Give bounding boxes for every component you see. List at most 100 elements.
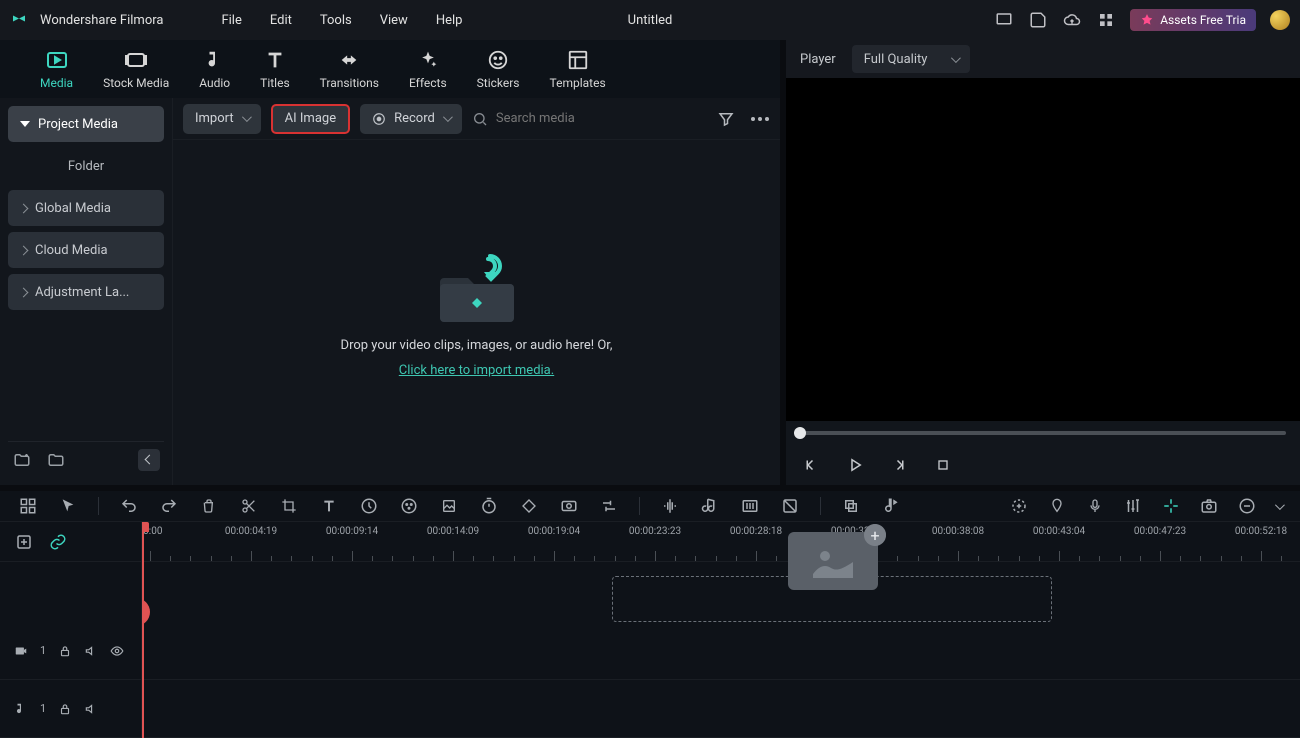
tab-stickers[interactable]: Stickers: [467, 44, 530, 94]
adjust-icon[interactable]: [599, 496, 619, 516]
ai-image-button[interactable]: AI Image: [271, 104, 350, 134]
mute-icon[interactable]: [84, 702, 98, 716]
voiceover-icon[interactable]: [1085, 496, 1105, 516]
assets-free-trial-button[interactable]: Assets Free Tria: [1130, 9, 1256, 31]
keyframe-icon[interactable]: [519, 496, 539, 516]
player-seek-bar[interactable]: [800, 431, 1286, 435]
video-track-lane[interactable]: [142, 622, 1300, 680]
enhance-icon[interactable]: [780, 496, 800, 516]
visibility-icon[interactable]: [110, 644, 124, 658]
tab-media[interactable]: Media: [30, 44, 83, 94]
marker-add-icon[interactable]: [1009, 496, 1029, 516]
lock-icon[interactable]: [58, 702, 72, 716]
screen-icon[interactable]: [994, 10, 1014, 30]
timeline-ruler[interactable]: 00:0000:00:04:1900:00:09:1400:00:14:0900…: [142, 522, 1300, 562]
app-logo: [10, 10, 30, 30]
tab-templates[interactable]: Templates: [540, 44, 616, 94]
apps-icon[interactable]: [1096, 10, 1116, 30]
import-media-link[interactable]: Click here to import media.: [399, 363, 554, 378]
redo-icon[interactable]: [159, 496, 179, 516]
audio-detach-icon[interactable]: [700, 496, 720, 516]
tab-transitions[interactable]: Transitions: [310, 44, 389, 94]
color-icon[interactable]: [399, 496, 419, 516]
snapshot-icon[interactable]: [1199, 496, 1219, 516]
layout-icon[interactable]: [18, 496, 38, 516]
user-avatar[interactable]: [1270, 10, 1290, 30]
sidebar-item-folder[interactable]: Folder: [8, 148, 164, 184]
audio-track-lane[interactable]: [142, 680, 1300, 738]
ruler-label: 00:00:28:18: [730, 526, 782, 537]
lock-icon[interactable]: [58, 644, 72, 658]
zoom-out-icon[interactable]: [1237, 496, 1257, 516]
ruler-label: 00:00:43:04: [1033, 526, 1085, 537]
tab-audio[interactable]: Audio: [189, 44, 240, 94]
delete-icon[interactable]: [199, 496, 219, 516]
import-button[interactable]: Import: [183, 104, 261, 134]
player-label: Player: [800, 52, 836, 67]
menu-edit[interactable]: Edit: [270, 13, 292, 28]
timeline-tracks[interactable]: 00:0000:00:04:1900:00:09:1400:00:14:0900…: [142, 522, 1300, 738]
text-icon[interactable]: [319, 496, 339, 516]
menu-tools[interactable]: Tools: [320, 13, 352, 28]
add-clip-icon[interactable]: +: [864, 524, 886, 546]
menu-help[interactable]: Help: [436, 13, 463, 28]
timer-icon[interactable]: [479, 496, 499, 516]
filter-icon[interactable]: [716, 109, 736, 129]
seek-knob[interactable]: [794, 427, 806, 439]
chevron-down-icon: [242, 112, 252, 122]
save-icon[interactable]: [1028, 10, 1048, 30]
media-drop-area[interactable]: Drop your video clips, images, or audio …: [173, 140, 780, 485]
greenscreen-icon[interactable]: [439, 496, 459, 516]
clip-placeholder[interactable]: +: [788, 532, 878, 590]
mask-icon[interactable]: [559, 496, 579, 516]
video-track-header[interactable]: 1: [0, 622, 141, 680]
menu-view[interactable]: View: [380, 13, 408, 28]
audio-mixer-icon[interactable]: [740, 496, 760, 516]
play-button[interactable]: [844, 454, 866, 476]
ruler-label: 00:00:47:23: [1134, 526, 1186, 537]
group-icon[interactable]: [841, 496, 861, 516]
prev-frame-button[interactable]: [800, 454, 822, 476]
cloud-upload-icon[interactable]: [1062, 10, 1082, 30]
player-viewport: [786, 78, 1300, 421]
audio-wave-icon[interactable]: [660, 496, 680, 516]
stop-button[interactable]: [932, 454, 954, 476]
title-bar: Wondershare Filmora File Edit Tools View…: [0, 0, 1300, 40]
add-track-icon[interactable]: [14, 532, 34, 552]
playhead[interactable]: [142, 522, 144, 738]
cursor-icon[interactable]: [58, 496, 78, 516]
search-media-input[interactable]: [496, 111, 676, 126]
sidebar-item-project-media[interactable]: Project Media: [8, 106, 164, 142]
undo-icon[interactable]: [119, 496, 139, 516]
player-quality-select[interactable]: Full Quality: [852, 45, 971, 73]
sidebar-item-cloud-media[interactable]: Cloud Media: [8, 232, 164, 268]
record-button[interactable]: Record: [360, 104, 462, 134]
more-icon[interactable]: [750, 109, 770, 129]
audio-track-header[interactable]: 1: [0, 680, 141, 738]
menu-file[interactable]: File: [221, 13, 241, 28]
sidebar-item-global-media[interactable]: Global Media: [8, 190, 164, 226]
templates-icon: [566, 48, 590, 72]
sidebar-collapse-button[interactable]: [138, 449, 160, 471]
render-icon[interactable]: [1161, 496, 1181, 516]
chevron-down-icon[interactable]: [1275, 500, 1285, 510]
stock-media-icon: [124, 48, 148, 72]
folder-icon[interactable]: [46, 450, 66, 470]
link-icon[interactable]: [48, 532, 68, 552]
marker-icon[interactable]: [1047, 496, 1067, 516]
transitions-icon: [337, 48, 361, 72]
next-frame-button[interactable]: [888, 454, 910, 476]
split-icon[interactable]: [239, 496, 259, 516]
new-folder-icon[interactable]: [12, 450, 32, 470]
sidebar-item-adjustment-layer[interactable]: Adjustment La...: [8, 274, 164, 310]
crop-icon[interactable]: [279, 496, 299, 516]
mixer-icon[interactable]: [1123, 496, 1143, 516]
tab-stock-media[interactable]: Stock Media: [93, 44, 179, 94]
ruler-label: 00:00:14:09: [427, 526, 479, 537]
tab-effects[interactable]: Effects: [399, 44, 457, 94]
speed-icon[interactable]: [359, 496, 379, 516]
audio-beat-icon[interactable]: [881, 496, 901, 516]
app-name: Wondershare Filmora: [40, 13, 163, 28]
mute-icon[interactable]: [84, 644, 98, 658]
tab-titles[interactable]: Titles: [250, 44, 299, 94]
